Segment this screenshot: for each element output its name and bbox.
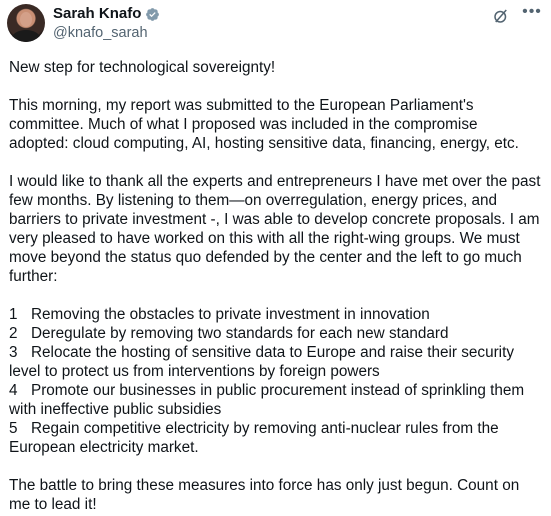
list-text: Relocate the hosting of sensitive data t…: [9, 344, 514, 380]
list-text: Promote our businesses in public procure…: [9, 382, 525, 418]
list-item: 3 Relocate the hosting of sensitive data …: [9, 343, 541, 381]
post-header: Sarah Knafo @knafo_sarah •••: [7, 4, 547, 48]
post-paragraph-1: This morning, my report was submitted to…: [9, 97, 519, 152]
post-closing: The battle to bring these measures into …: [9, 477, 520, 513]
list-number: 4: [9, 382, 18, 399]
grok-icon[interactable]: [492, 7, 510, 25]
post-text: New step for technological sovereignty! …: [9, 58, 541, 514]
list-text: Deregulate by removing two standards for…: [31, 325, 449, 342]
list-number: 3: [9, 344, 18, 361]
list-item: 5 Regain competitive electricity by remov…: [9, 419, 541, 457]
list-number: 2: [9, 325, 18, 342]
list-text: Regain competitive electricity by removi…: [9, 420, 499, 456]
display-name[interactable]: Sarah Knafo: [53, 5, 141, 23]
post-paragraph-2: I would like to thank all the experts an…: [9, 173, 541, 285]
name-row: Sarah Knafo: [53, 5, 160, 23]
list-text: Removing the obstacles to private invest…: [31, 306, 430, 323]
avatar-face: [20, 12, 32, 27]
list-item: 4 Promote our businesses in public procur…: [9, 381, 541, 419]
post-intro: New step for technological sovereignty!: [9, 59, 276, 76]
handle[interactable]: @knafo_sarah: [53, 24, 148, 42]
avatar-shoulders: [12, 30, 40, 42]
avatar[interactable]: [7, 4, 45, 42]
verified-badge-icon: [146, 7, 160, 21]
list-item: 1 Removing the obstacles to private inves…: [9, 305, 541, 324]
list-item: 2 Deregulate by removing two standards fo…: [9, 324, 541, 343]
list-number: 1: [9, 306, 18, 323]
list-number: 5: [9, 420, 18, 437]
more-options-icon[interactable]: •••: [521, 4, 543, 23]
